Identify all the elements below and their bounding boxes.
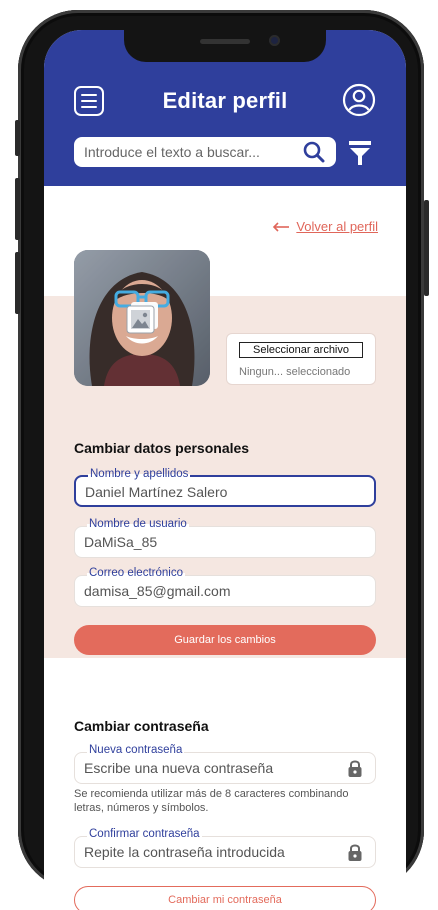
filter-icon[interactable]	[348, 140, 372, 166]
email-label: Correo electrónico	[87, 567, 185, 579]
phone-side-button	[15, 120, 20, 156]
new-password-label: Nueva contraseña	[87, 744, 185, 756]
speaker-grille	[200, 39, 250, 44]
lock-icon	[348, 844, 362, 861]
phone-volume-down-button	[15, 252, 20, 314]
lock-icon	[348, 760, 362, 777]
phone-volume-up-button	[15, 178, 20, 240]
search-placeholder: Introduce el texto a buscar...	[84, 144, 260, 160]
user-circle-icon[interactable]	[342, 83, 376, 117]
change-password-title: Cambiar contraseña	[74, 718, 209, 734]
select-file-button[interactable]: Seleccionar archivo	[239, 342, 363, 358]
username-label: Nombre de usuario	[87, 518, 189, 530]
back-to-profile-link[interactable]: Volver al perfil	[272, 219, 378, 234]
personal-data-title: Cambiar datos personales	[74, 440, 250, 456]
username-field[interactable]: Nombre de usuario DaMiSa_85	[74, 518, 376, 558]
email-field[interactable]: Correo electrónico damisa_85@gmail.com	[74, 567, 376, 607]
phone-power-button	[424, 200, 429, 296]
confirm-password-label: Confirmar contraseña	[87, 828, 202, 840]
image-icon[interactable]	[126, 300, 160, 334]
username-value: DaMiSa_85	[84, 534, 158, 550]
notch	[124, 30, 326, 62]
confirm-password-field[interactable]: Confirmar contraseña Repite la contraseñ…	[74, 828, 376, 868]
change-password-button[interactable]: Cambiar mi contraseña	[74, 886, 376, 910]
file-picker: Seleccionar archivo Ningun... selecciona…	[226, 333, 376, 385]
avatar[interactable]	[74, 250, 210, 386]
new-password-placeholder: Escribe una nueva contraseña	[84, 760, 274, 776]
save-changes-button[interactable]: Guardar los cambios	[74, 625, 376, 655]
main-content: Volver al perfil Seleccionar archivo Nin…	[44, 186, 406, 910]
new-password-field[interactable]: Nueva contraseña Escribe una nueva contr…	[74, 744, 376, 784]
full-name-label: Nombre y apellidos	[88, 468, 191, 480]
confirm-password-placeholder: Repite la contraseña introducida	[84, 844, 285, 860]
phone-screen: Editar perfil Introduce el texto a busca…	[44, 30, 406, 910]
search-input[interactable]: Introduce el texto a buscar...	[74, 137, 336, 167]
full-name-value: Daniel Martínez Salero	[85, 484, 228, 500]
back-link-label: Volver al perfil	[296, 219, 378, 234]
arrow-left-icon	[273, 221, 290, 232]
full-name-field[interactable]: Nombre y apellidos Daniel Martínez Saler…	[74, 468, 376, 507]
front-camera	[269, 35, 280, 46]
email-value: damisa_85@gmail.com	[84, 583, 231, 599]
password-hint: Se recomienda utilizar más de 8 caracter…	[74, 788, 349, 814]
file-status: Ningun... seleccionado	[239, 366, 351, 378]
search-icon[interactable]	[302, 140, 326, 164]
